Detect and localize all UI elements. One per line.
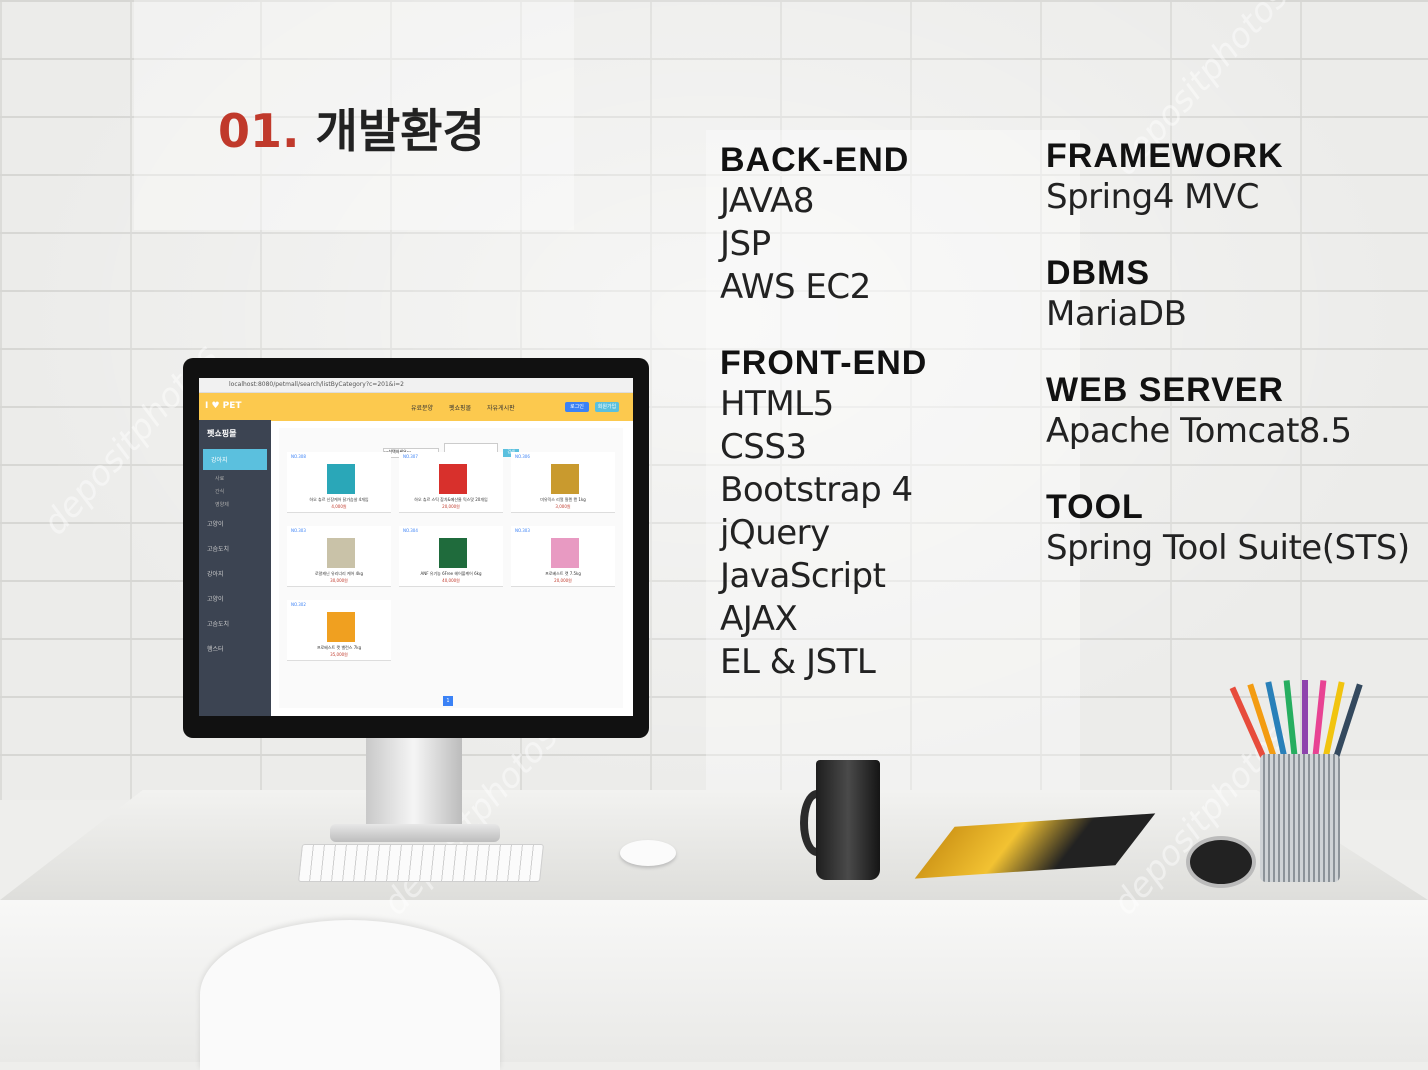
product-image bbox=[551, 538, 579, 568]
section-heading: FRONT-END bbox=[720, 344, 928, 382]
tech-item: jQuery bbox=[720, 513, 830, 553]
product-name: 프로베스트 캣 밸런스 7kg bbox=[316, 645, 362, 650]
product-no: NO.303 bbox=[291, 528, 306, 533]
product-name: ANF 유기농 6Free 헤어볼케어 6kg bbox=[420, 571, 482, 576]
monitor-base bbox=[330, 824, 500, 842]
sidebar-sub-item: 간식 bbox=[215, 489, 225, 495]
chair bbox=[200, 920, 500, 1070]
join-button: 회원가입 bbox=[595, 402, 619, 412]
sidebar-item: 고양이 bbox=[207, 596, 224, 603]
tech-item: AWS EC2 bbox=[720, 267, 871, 307]
product-price: 20,000원 bbox=[554, 578, 572, 583]
tech-item: JSP bbox=[720, 224, 771, 264]
product-image bbox=[551, 464, 579, 494]
product-card: NO.306 미유믹스 리얼 필렌 캔 1kg 3,000원 bbox=[511, 452, 615, 513]
monitor: localhost:8080/petmall/search/listByCate… bbox=[183, 358, 649, 738]
sidebar-title: 펫쇼핑몰 bbox=[207, 429, 237, 438]
product-name: 미유믹스 리얼 필렌 캔 1kg bbox=[540, 497, 586, 502]
site-sidebar: 펫쇼핑몰 강아지 사료 간식 영양제 고양이 고슴도치 강아지 고양이 고슴도치… bbox=[199, 420, 271, 716]
title-number: 01. bbox=[218, 104, 300, 158]
site-logo: I ♥ PET bbox=[205, 401, 242, 411]
pencil-cup bbox=[1260, 754, 1340, 882]
section-backend: BACK-END JAVA8 JSP AWS EC2 bbox=[720, 140, 927, 309]
nav-item: 유료분양 bbox=[411, 405, 434, 412]
product-image bbox=[439, 538, 467, 568]
sidebar-item: 햄스터 bbox=[207, 646, 224, 653]
tech-item: JAVA8 bbox=[720, 181, 815, 221]
tech-item: Spring Tool Suite(STS) bbox=[1046, 528, 1410, 568]
tech-item: MariaDB bbox=[1046, 294, 1187, 334]
product-no: NO.303 bbox=[515, 528, 530, 533]
tech-item: Apache Tomcat8.5 bbox=[1046, 411, 1352, 451]
section-frontend: FRONT-END HTML5 CSS3 Bootstrap 4 jQuery … bbox=[720, 343, 927, 684]
product-name: 하오 츄르 신장케어 닭가슴살 4개입 bbox=[309, 497, 369, 502]
product-price: 4,000원 bbox=[331, 504, 347, 509]
browser-address-bar: localhost:8080/petmall/search/listByCate… bbox=[199, 378, 633, 393]
tech-item: AJAX bbox=[720, 599, 798, 639]
nav-item: 펫쇼핑몰 bbox=[449, 405, 472, 412]
nav-item: 자유게시판 bbox=[487, 405, 515, 412]
monitor-stand bbox=[366, 738, 462, 828]
product-card: NO.302 프로베스트 캣 밸런스 7kg 35,000원 bbox=[287, 600, 391, 661]
product-image bbox=[439, 464, 467, 494]
sidebar-item: 고슴도치 bbox=[207, 546, 230, 553]
section-heading: TOOL bbox=[1046, 488, 1144, 526]
tape-roll bbox=[1186, 836, 1256, 888]
monitor-screen: localhost:8080/petmall/search/listByCate… bbox=[199, 378, 633, 716]
sidebar-item: 강아지 bbox=[207, 571, 224, 578]
product-price: 3,000원 bbox=[555, 504, 571, 509]
product-card: NO.308 하오 츄르 신장케어 닭가슴살 4개입 4,000원 bbox=[287, 452, 391, 513]
product-card: NO.303 로얄캐닌 유리너리 케어 4kg 30,000원 bbox=[287, 526, 391, 587]
sidebar-sub-item: 사료 bbox=[215, 476, 225, 482]
section-tool: TOOL Spring Tool Suite(STS) bbox=[1046, 487, 1410, 570]
tech-item: HTML5 bbox=[720, 384, 834, 424]
product-image bbox=[327, 538, 355, 568]
page-title: 01. 개발환경 bbox=[218, 95, 485, 161]
tech-item: EL & JSTL bbox=[720, 642, 876, 682]
tech-item: CSS3 bbox=[720, 427, 807, 467]
product-card: NO.304 ANF 유기농 6Free 헤어볼케어 6kg 40,000원 bbox=[399, 526, 503, 587]
product-grid: ---선택하세요--- 검색 NO.308하오 츄르 신장케어 닭가슴살 4개입… bbox=[279, 428, 623, 708]
sidebar-item: 고슴도치 bbox=[207, 621, 230, 628]
product-card: NO.303 프로베스트 캣 7.5kg 20,000원 bbox=[511, 526, 615, 587]
section-heading: WEB SERVER bbox=[1046, 371, 1284, 409]
section-webserver: WEB SERVER Apache Tomcat8.5 bbox=[1046, 370, 1410, 453]
product-image bbox=[327, 612, 355, 642]
product-no: NO.307 bbox=[403, 454, 418, 459]
product-price: 20,000원 bbox=[442, 504, 460, 509]
tech-item: Spring4 MVC bbox=[1046, 177, 1259, 217]
product-price: 35,000원 bbox=[330, 652, 348, 657]
mouse bbox=[620, 840, 676, 866]
section-dbms: DBMS MariaDB bbox=[1046, 253, 1410, 336]
product-image bbox=[327, 464, 355, 494]
keyboard bbox=[298, 844, 544, 882]
product-name: 로얄캐닌 유리너리 케어 4kg bbox=[314, 571, 363, 576]
title-text: 개발환경 bbox=[315, 104, 485, 158]
sidebar-active-item: 강아지 bbox=[203, 449, 267, 470]
section-heading: DBMS bbox=[1046, 254, 1151, 292]
product-name: 하오 츄르 스틱 참치&메산물 믹스맛 20개입 bbox=[414, 497, 488, 502]
section-framework: FRAMEWORK Spring4 MVC bbox=[1046, 136, 1410, 219]
sidebar-item: 고양이 bbox=[207, 521, 224, 528]
section-heading: FRAMEWORK bbox=[1046, 137, 1284, 175]
tech-item: JavaScript bbox=[720, 556, 886, 596]
product-card: NO.307 하오 츄르 스틱 참치&메산물 믹스맛 20개입 20,000원 bbox=[399, 452, 503, 513]
mug bbox=[816, 760, 880, 880]
product-price: 40,000원 bbox=[442, 578, 460, 583]
site-nav: 유료분양 펫쇼핑몰 자유게시판 bbox=[411, 403, 529, 412]
product-price: 30,000원 bbox=[330, 578, 348, 583]
site-header: I ♥ PET 유료분양 펫쇼핑몰 자유게시판 로그인 회원가입 bbox=[199, 393, 633, 421]
tech-column-left: BACK-END JAVA8 JSP AWS EC2 FRONT-END HTM… bbox=[720, 140, 927, 718]
sidebar-sub-item: 영양제 bbox=[215, 502, 229, 508]
login-button: 로그인 bbox=[565, 402, 589, 412]
product-no: NO.302 bbox=[291, 602, 306, 607]
tech-item: Bootstrap 4 bbox=[720, 470, 913, 510]
pagination-current: 1 bbox=[443, 696, 453, 706]
product-name: 프로베스트 캣 7.5kg bbox=[545, 571, 581, 576]
product-no: NO.304 bbox=[403, 528, 418, 533]
section-heading: BACK-END bbox=[720, 141, 910, 179]
product-no: NO.306 bbox=[515, 454, 530, 459]
product-no: NO.308 bbox=[291, 454, 306, 459]
tech-column-right: FRAMEWORK Spring4 MVC DBMS MariaDB WEB S… bbox=[1046, 136, 1410, 604]
